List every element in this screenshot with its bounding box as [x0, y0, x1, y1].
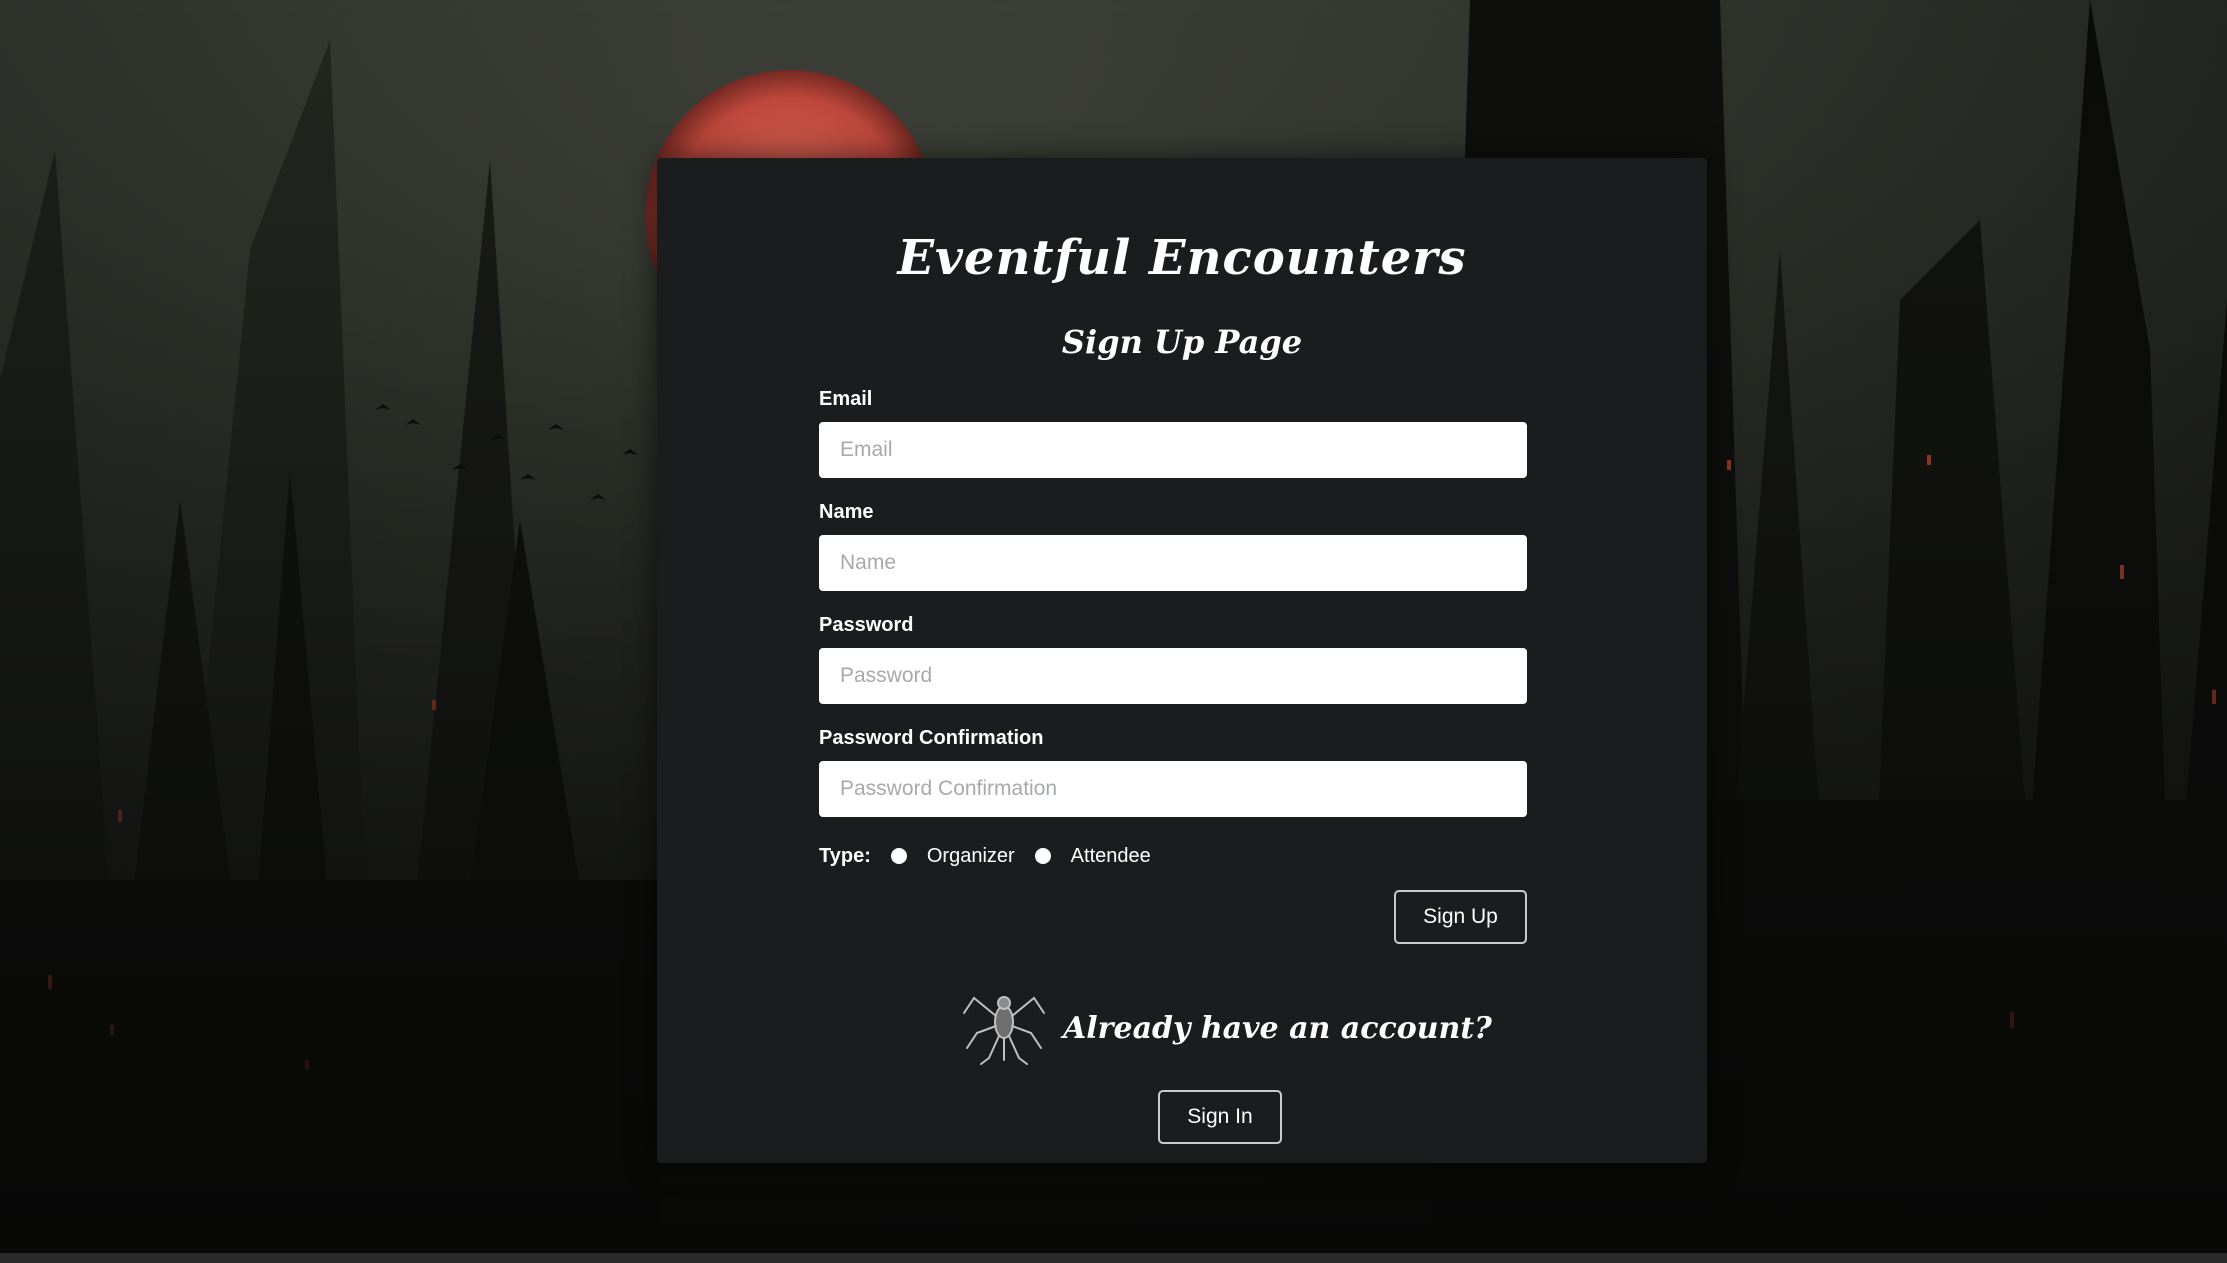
password-label: Password: [819, 614, 914, 636]
name-field[interactable]: [819, 535, 1527, 591]
organizer-label[interactable]: Organizer: [927, 845, 1015, 868]
already-account-text: Already have an account?: [1063, 1010, 1492, 1046]
sign-in-button[interactable]: Sign In: [1158, 1090, 1282, 1144]
name-label: Name: [819, 501, 874, 523]
email-label: Email: [819, 388, 873, 410]
type-label: Type:: [819, 844, 871, 867]
password-field[interactable]: [819, 648, 1527, 704]
sign-up-button[interactable]: Sign Up: [1394, 890, 1527, 944]
attendee-radio[interactable]: [1034, 848, 1051, 864]
app-title: Eventful Encounters: [897, 230, 1467, 286]
attendee-label[interactable]: Attendee: [1071, 845, 1151, 868]
type-selector: Type: Organizer Attendee: [819, 841, 1171, 871]
monster-icon: [963, 996, 1045, 1065]
already-have-account: Already have an account?: [959, 988, 1492, 1068]
email-field[interactable]: [819, 422, 1527, 478]
password-confirmation-field[interactable]: [819, 761, 1527, 817]
organizer-radio[interactable]: [890, 848, 907, 864]
page-title: Sign Up Page: [1061, 323, 1303, 361]
bottom-strip: [0, 1253, 2227, 1263]
password-confirmation-label: Password Confirmation: [819, 727, 1044, 749]
signup-card: Eventful Encounters Sign Up Page Email N…: [657, 158, 1707, 1163]
